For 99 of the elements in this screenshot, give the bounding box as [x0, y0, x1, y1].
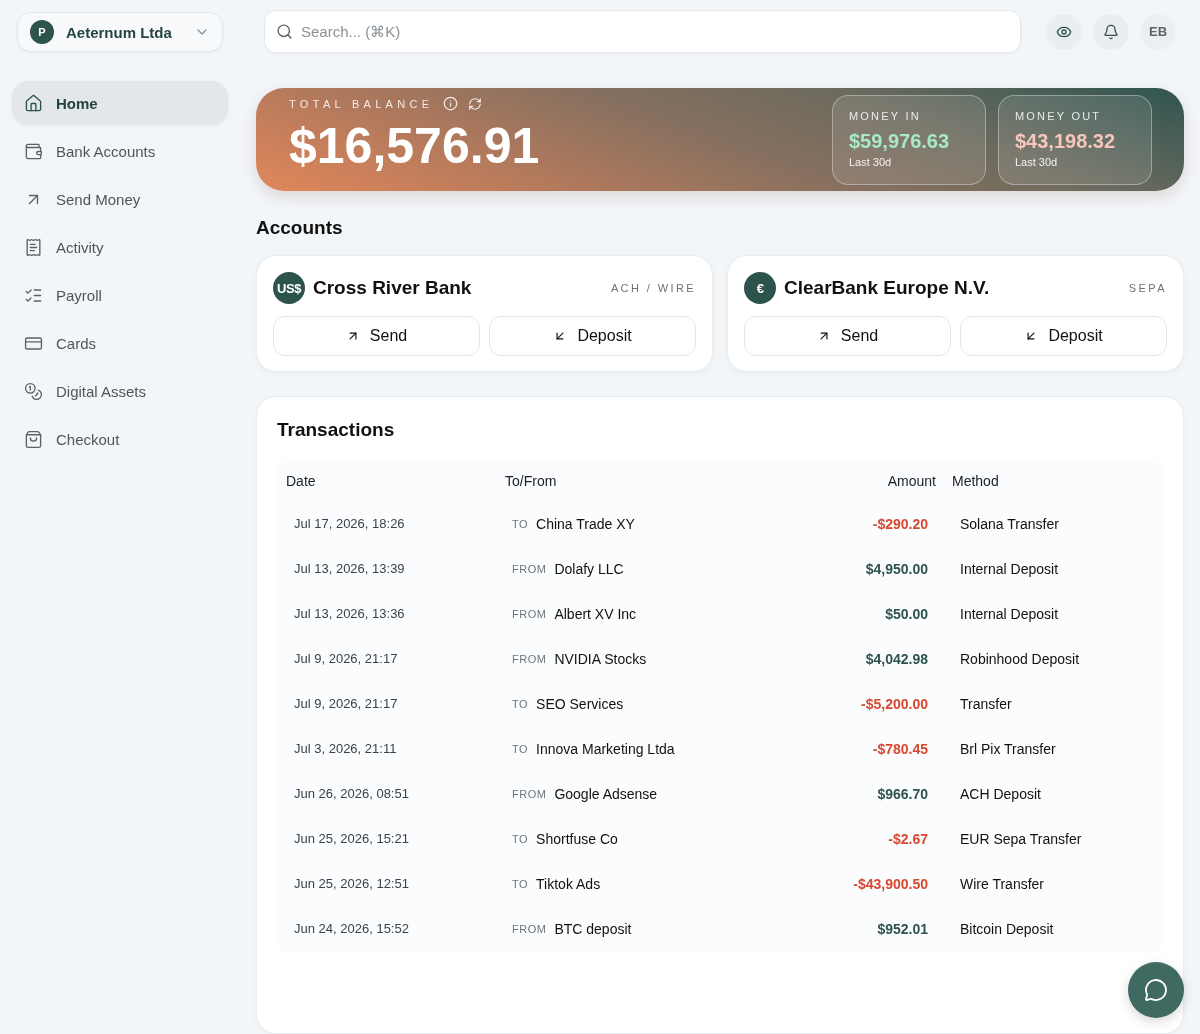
notifications-button[interactable] — [1093, 13, 1129, 50]
amount-cell-text: -$780.45 — [871, 740, 929, 757]
date-cell-text: Jul 9, 2026, 21:17 — [294, 696, 399, 711]
account-action-button[interactable]: Send — [744, 316, 951, 356]
amount-cell-text: -$5,200.00 — [860, 695, 929, 712]
wallet-icon — [24, 141, 43, 161]
sidebar-item[interactable]: Payroll — [12, 273, 228, 317]
column-header: To/From — [505, 473, 558, 489]
amount-cell-text: -$290.20 — [871, 515, 929, 532]
stat-amount: $43,198.32 — [1015, 129, 1117, 153]
coins-icon — [24, 381, 43, 401]
refresh-icon[interactable] — [468, 96, 483, 111]
column-header: Amount — [886, 473, 937, 489]
date-cell-text: Jun 24, 2026, 15:52 — [294, 921, 410, 936]
column-header: Method — [952, 473, 1000, 489]
direction-label: TO — [512, 742, 529, 755]
method-cell-text: Wire Transfer — [960, 875, 1045, 892]
currency-badge: US$ — [273, 272, 305, 304]
date-cell-text: Jul 3, 2026, 21:11 — [294, 741, 398, 756]
amount-cell-text: $966.70 — [876, 785, 929, 802]
user-avatar[interactable]: EB — [1140, 13, 1176, 50]
amount-cell-text: $4,042.98 — [864, 650, 929, 667]
party-name: BTC deposit — [554, 920, 632, 937]
direction-label: TO — [512, 697, 529, 710]
account-name: ClearBank Europe N.V. — [784, 277, 991, 299]
date-cell-text: Jun 25, 2026, 12:51 — [294, 876, 410, 891]
chat-bubble-icon — [1144, 978, 1168, 1002]
balance-label: TOTAL BALANCE — [289, 97, 434, 110]
bell-icon — [1103, 23, 1119, 40]
search-field[interactable]: Search... (⌘K) — [264, 10, 1021, 53]
eye-button[interactable] — [1046, 13, 1082, 50]
payment-rails: SEPA — [1128, 282, 1167, 294]
account-action-button[interactable]: Deposit — [489, 316, 696, 356]
method-cell-text: Bitcoin Deposit — [960, 920, 1055, 937]
account-name: Cross River Bank — [313, 277, 473, 299]
date-cell-text: Jul 17, 2026, 18:26 — [294, 516, 406, 531]
column-header: Date — [286, 473, 317, 489]
direction-label: TO — [512, 877, 529, 890]
method-cell-text: Robinhood Deposit — [960, 650, 1081, 667]
method-cell-text: Transfer — [960, 695, 1013, 712]
section-title: Accounts — [256, 217, 344, 239]
currency-badge: € — [744, 272, 776, 304]
account-action-button[interactable]: Deposit — [960, 316, 1167, 356]
date-cell-text: Jul 13, 2026, 13:39 — [294, 561, 406, 576]
shopping-bag-icon — [24, 429, 43, 449]
party-name: NVIDIA Stocks — [554, 650, 647, 667]
party-name: Innova Marketing Ltda — [536, 740, 675, 757]
amount-cell-text: -$43,900.50 — [852, 875, 929, 892]
party-name: Shortfuse Co — [536, 830, 618, 847]
sidebar-item[interactable]: Bank Accounts — [12, 129, 228, 173]
method-cell-text: Brl Pix Transfer — [960, 740, 1057, 757]
sidebar-item[interactable]: Digital Assets — [12, 369, 228, 413]
party-name: Albert XV Inc — [554, 605, 637, 622]
party-name: SEO Services — [536, 695, 624, 712]
section-title: Transactions — [277, 419, 396, 441]
direction-label: FROM — [512, 787, 547, 800]
party-name: Dolafy LLC — [554, 560, 624, 577]
info-icon[interactable] — [443, 96, 459, 111]
stat-period: Last 30d — [1015, 155, 1059, 168]
method-cell-text: Internal Deposit — [960, 605, 1060, 622]
organization-switcher[interactable]: P Aeternum Ltda — [17, 12, 223, 52]
sidebar-item[interactable]: Send Money — [12, 177, 228, 221]
date-cell-text: Jun 26, 2026, 08:51 — [294, 786, 410, 801]
amount-cell-text: $50.00 — [884, 605, 929, 622]
search-icon — [276, 23, 293, 40]
method-cell-text: EUR Sepa Transfer — [960, 830, 1083, 847]
date-cell-text: Jul 9, 2026, 21:17 — [294, 651, 399, 666]
amount-cell-text: $952.01 — [876, 920, 929, 937]
organization-avatar: P — [30, 20, 54, 44]
amount-cell-text: -$2.67 — [887, 830, 929, 847]
account-action-button[interactable]: Send — [273, 316, 480, 356]
stat-label: MONEY OUT — [1015, 109, 1103, 122]
stat-label: MONEY IN — [849, 109, 922, 122]
party-name: China Trade XY — [536, 515, 635, 532]
payment-rails: ACH / WIRE — [610, 282, 696, 294]
direction-label: TO — [512, 832, 529, 845]
organization-name: Aeternum Ltda — [66, 23, 173, 41]
house-icon — [24, 93, 43, 113]
direction-label: FROM — [512, 562, 547, 575]
direction-label: TO — [512, 517, 529, 530]
sidebar-item[interactable]: Activity — [12, 225, 228, 269]
direction-label: FROM — [512, 652, 547, 665]
sidebar-item[interactable]: Checkout — [12, 417, 228, 461]
date-cell-text: Jul 13, 2026, 13:36 — [294, 606, 406, 621]
amount-cell-text: $4,950.00 — [864, 560, 929, 577]
party-name: Tiktok Ads — [536, 875, 601, 892]
direction-label: FROM — [512, 607, 547, 620]
date-cell-text: Jun 25, 2026, 15:21 — [294, 831, 410, 846]
party-name: Google Adsense — [554, 785, 658, 802]
method-cell-text: Internal Deposit — [960, 560, 1060, 577]
balance-amount: $16,576.91 — [289, 117, 540, 175]
sidebar-item[interactable]: Home — [12, 81, 228, 125]
stat-period: Last 30d — [849, 155, 893, 168]
stat-amount: $59,976.63 — [849, 129, 951, 153]
sidebar-item[interactable]: Cards — [12, 321, 228, 365]
direction-label: FROM — [512, 922, 547, 935]
method-cell-text: ACH Deposit — [960, 785, 1042, 802]
method-cell-text: Solana Transfer — [960, 515, 1060, 532]
receipt-icon — [24, 237, 43, 257]
